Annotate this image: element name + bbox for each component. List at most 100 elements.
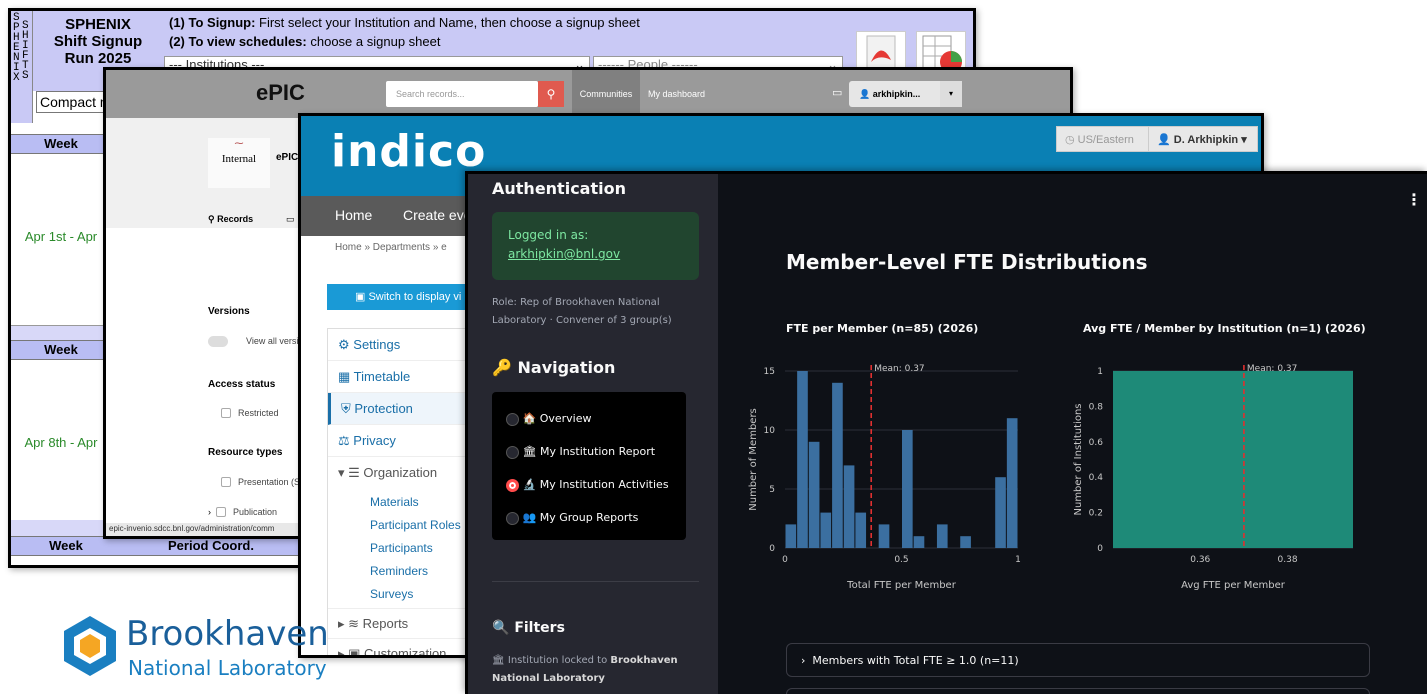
auth-heading: Authentication [492,179,626,198]
display-icon: ▣ [355,291,369,303]
week-cell-2: Apr 8th - Apr [11,360,111,520]
y-tick-label: 0 [1097,544,1103,554]
people-icon: 👥 [522,511,537,524]
dashboard-main: ⋮ Member-Level FTE Distributions FTE per… [718,174,1427,694]
navigation-radio-group: 🏠 Overview 🏛 My Institution Report 🔬 My … [492,392,686,540]
restricted-checkbox[interactable] [221,408,231,418]
x-axis-label: Total FTE per Member [846,580,957,591]
x-tick-label: 1 [1015,555,1021,565]
submenu-materials[interactable]: Materials [370,491,476,514]
breadcrumb[interactable]: Home » Departments » e [335,242,447,253]
search-icon[interactable]: ⚲ [538,81,564,107]
radio-icon [506,511,519,525]
y-tick-label: 0.4 [1089,473,1104,483]
histogram-bar [832,382,843,548]
nav-communities[interactable]: Communities [572,70,640,118]
y-tick-label: 0.6 [1089,438,1104,448]
indico-logo[interactable]: indico [331,126,486,177]
y-tick-label: 1 [1097,367,1103,377]
histogram-bar [808,441,820,548]
institution-lock-note: 🏛 Institution locked to Brookhaven Natio… [492,655,678,684]
versions-toggle[interactable] [208,336,228,347]
menu-organization[interactable]: ▾ ☰ Organization [328,457,476,489]
y-tick-label: 0.8 [1089,402,1104,412]
user-icon: 👤 [859,89,873,99]
menu-timetable[interactable]: ▦ Timetable [328,361,476,393]
organization-submenu: Materials Participant Roles Participants… [328,489,476,608]
clock-icon: ◷ [1065,134,1078,146]
view-all-versions-label: View all versi [246,336,299,346]
x-tick-label: 0.38 [1278,555,1298,565]
chart2-title: Avg FTE / Member by Institution (n=1) (2… [1083,322,1366,335]
submenu-participants[interactable]: Participants [370,537,476,560]
week-cell-1: Apr 1st - Apr [11,154,111,326]
histogram-bar [913,536,925,548]
x-tick-label: 0 [782,555,788,565]
chevron-right-icon[interactable]: › [208,507,211,517]
community-name: ePIC [276,152,299,163]
epic-search-input[interactable]: Search records... [386,81,538,107]
x-tick-label: 0.5 [894,555,908,565]
house-icon: 🏠 [522,412,537,425]
radio-icon [506,445,519,459]
fte-per-member-chart: 0 5 10 15 0 0.5 1 Mean: 0.37 Total FTE per Membe… [748,364,1021,591]
mean-label: Mean: 0.37 [1247,364,1297,374]
inbox-icon[interactable]: ▭ [286,214,295,225]
nav-institution-report[interactable]: 🏛 My Institution Report [506,435,672,468]
login-status-box: Logged in as: arkhipkin@bnl.gov [492,212,699,280]
scales-icon: ⚖ [338,433,354,448]
submenu-participant-roles[interactable]: Participant Roles [370,514,476,537]
histogram-bar [820,512,832,548]
histogram-bar [797,371,808,548]
dashboard-sidebar: Authentication Logged in as: arkhipkin@b… [468,174,718,694]
bnl-logo: Brookhaven National Laboratory [62,614,362,686]
nav-dashboard[interactable]: My dashboard [648,70,705,118]
menu-protection[interactable]: ⛨ Protection [328,393,476,425]
user-icon: 👤 [1157,134,1174,146]
second-expander[interactable] [786,688,1370,694]
histogram-bar [902,430,913,548]
timezone-button[interactable]: ◷ US/Eastern [1056,126,1150,152]
shield-icon: ⛨ [341,401,355,416]
x-tick-label: 0.36 [1190,555,1210,565]
histogram-bar [843,465,855,548]
more-menu-icon[interactable]: ⋮ [1406,190,1422,209]
resource-types-heading: Resource types [208,447,283,458]
x-axis-label: Avg FTE per Member [1181,580,1286,591]
y-tick-label: 0.2 [1089,509,1103,519]
spacer-row-2 [11,520,111,536]
histogram-bar [1006,418,1018,548]
page-title: Member-Level FTE Distributions [786,250,1148,274]
nav-create-event[interactable]: Create eve [403,207,471,223]
members-fte-expander[interactable]: › Members with Total FTE ≥ 1.0 (n=11) [786,643,1370,677]
user-email-link[interactable]: arkhipkin@bnl.gov [508,245,683,264]
search-icon: ⚲ [208,214,218,224]
community-logo: ⁓ Internal [208,138,270,188]
nav-home[interactable]: Home [335,207,372,223]
y-tick-label: 10 [764,426,776,436]
presentation-checkbox[interactable] [221,477,231,487]
publication-checkbox[interactable] [216,507,226,517]
nav-group-reports[interactable]: 👥 My Group Reports [506,501,672,534]
inbox-icon[interactable]: ▭ [832,86,842,99]
histogram-bar [995,477,1006,548]
menu-settings[interactable]: ⚙ Settings [328,329,476,361]
submenu-reminders[interactable]: Reminders [370,560,476,583]
week-header-3: Week Period Coord. [11,536,311,556]
institution-icon: 🏛 [522,445,537,458]
nav-institution-activities[interactable]: 🔬 My Institution Activities [506,468,672,501]
nav-overview[interactable]: 🏠 Overview [506,402,672,435]
avg-fte-by-institution-chart: 0 0.2 0.4 0.6 0.8 1 0.36 0.38 Mean: 0.37 Avg FTE … [1073,364,1353,591]
chevron-right-icon: › [801,654,813,667]
epic-logo[interactable]: ePIC [256,80,305,106]
menu-privacy[interactable]: ⚖ Privacy [328,425,476,457]
switch-display-button[interactable]: ▣ Switch to display vi [327,284,477,310]
y-axis-label: Number of Members [748,408,759,511]
sidebar-divider [492,581,699,582]
search-icon: 🔍 [492,620,515,636]
histogram-bar [936,524,948,548]
chevron-down-icon[interactable]: ▾ [940,81,962,107]
indico-user-menu[interactable]: 👤 D. Arkhipkin ▾ [1148,126,1258,152]
submenu-surveys[interactable]: Surveys [370,583,476,606]
presentation-label: Presentation (S [238,477,301,487]
